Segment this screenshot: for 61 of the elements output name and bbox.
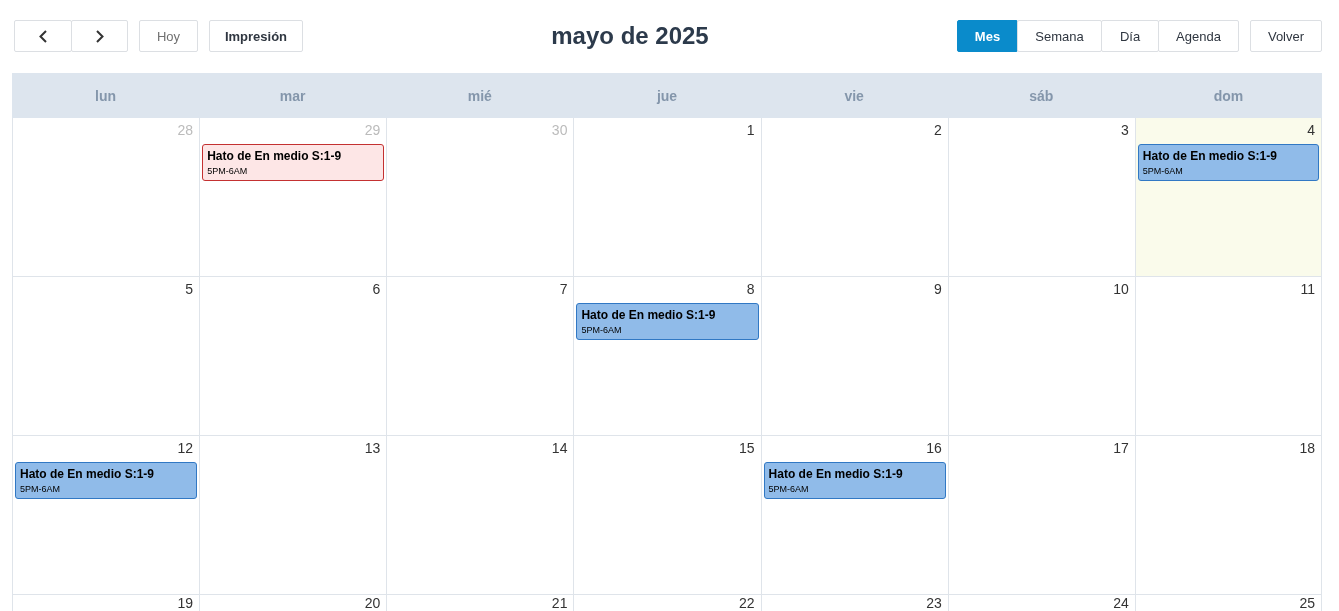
event-time: 5PM-6AM [20, 484, 61, 495]
view-tab[interactable]: Mes [957, 20, 1018, 52]
calendar-event[interactable]: Hato de En medio S:1-9 5PM-6AM [763, 462, 946, 499]
day-number: 12 [177, 439, 195, 456]
day-number: 3 [1121, 121, 1130, 138]
day-number: 2 [933, 121, 943, 138]
day-number: 29 [364, 121, 382, 138]
weekday-label: lun [95, 87, 117, 104]
event-title: Hato de En medio S:1-9 [1142, 149, 1278, 163]
month-title: mayo de 2025 [551, 21, 709, 51]
day-number: 1 [746, 121, 756, 138]
event-time: 5PM-6AM [768, 484, 810, 495]
weekday-label: dom [1213, 87, 1244, 104]
day-number: 8 [746, 280, 756, 297]
day-number: 11 [1300, 280, 1316, 297]
day-number: 21 [551, 595, 569, 611]
day-number: 13 [364, 439, 382, 456]
weekday-label: jue [656, 87, 678, 104]
day-number: 20 [364, 595, 382, 611]
day-number: 30 [551, 121, 569, 138]
calendar-event[interactable]: Hato de En medio S:1-9 5PM-6AM [576, 303, 759, 340]
previous-button[interactable] [14, 20, 72, 52]
day-number: 4 [1307, 121, 1316, 138]
calendar-event[interactable]: Hato de En medio S:1-9 5PM-6AM [1137, 144, 1319, 181]
calendar-event[interactable]: Hato de En medio S:1-9 5PM-6AM [15, 462, 198, 499]
day-number: 19 [177, 595, 195, 611]
day-number: 23 [926, 595, 943, 611]
day-number: 14 [551, 439, 569, 456]
event-time: 5PM-6AM [1142, 166, 1184, 177]
day-number: 25 [1299, 595, 1316, 611]
back-button[interactable]: Volver [1250, 20, 1322, 52]
calendar-event[interactable]: Hato de En medio S:1-9 5PM-6AM [202, 144, 385, 181]
event-time: 5PM-6AM [207, 166, 249, 177]
event-title: Hato de En medio S:1-9 [581, 308, 717, 322]
view-tab[interactable]: Semana [1017, 20, 1102, 52]
event-title: Hato de En medio S:1-9 [768, 467, 904, 481]
day-number: 17 [1113, 439, 1130, 456]
weekday-label: sáb [1029, 87, 1054, 104]
day-number: 10 [1113, 280, 1130, 297]
day-number: 16 [926, 439, 943, 456]
weekday-label: vie [844, 87, 864, 104]
day-number: 22 [739, 595, 756, 611]
day-number: 28 [177, 121, 195, 138]
next-button[interactable] [71, 20, 128, 52]
day-number: 7 [559, 280, 569, 297]
print-button[interactable]: Impresión [209, 20, 303, 52]
day-number: 15 [739, 439, 756, 456]
view-tab[interactable]: Agenda [1158, 20, 1239, 52]
day-number: 6 [372, 280, 382, 297]
event-time: 5PM-6AM [581, 325, 623, 336]
day-number: 18 [1299, 439, 1316, 456]
chevron-left-icon [39, 29, 47, 43]
day-number: 9 [933, 280, 943, 297]
weekday-label: mar [279, 87, 306, 104]
day-number: 5 [185, 280, 195, 297]
view-tab[interactable]: Día [1101, 20, 1159, 52]
event-title: Hato de En medio S:1-9 [20, 467, 156, 481]
event-title: Hato de En medio S:1-9 [207, 149, 343, 163]
weekday-label: mié [467, 87, 492, 104]
day-number: 24 [1113, 595, 1130, 611]
chevron-right-icon [95, 29, 104, 43]
